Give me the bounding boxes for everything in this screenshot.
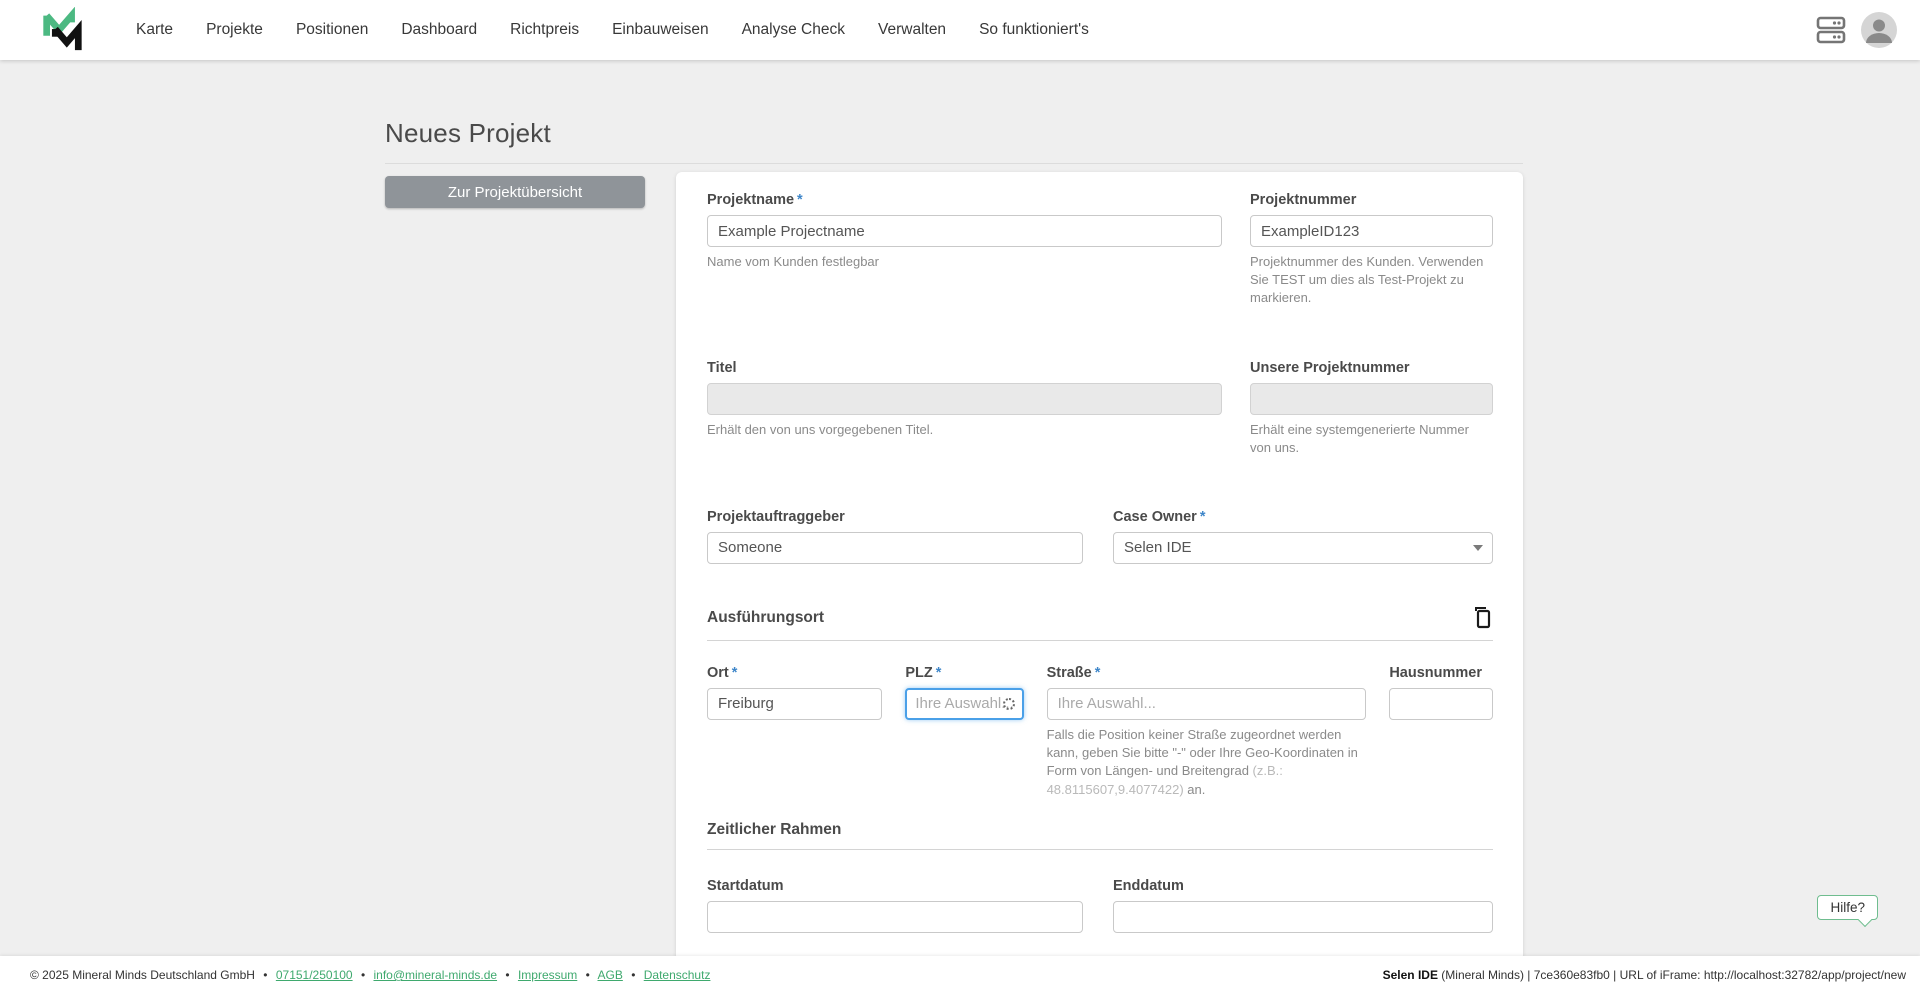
zeitlicher-rahmen-divider [707,848,1493,850]
strasse-helper: Falls die Position keiner Straße zugeord… [1047,726,1367,799]
nav-item-einbauweisen[interactable]: Einbauweisen [612,21,709,39]
loading-spinner-icon [1002,697,1015,710]
case-owner-label: Case Owner * [1113,509,1493,525]
page-title: Neues Projekt [385,118,551,148]
footer-left: © 2025 Mineral Minds Deutschland GmbH • … [30,968,710,982]
required-asterisk: * [731,664,738,681]
logo-icon [43,7,82,51]
nav-item-karte[interactable]: Karte [136,21,173,39]
strasse-label-text: Straße [1046,664,1092,681]
titel-label: Titel [707,359,737,376]
ausfuehrungsort-divider [707,639,1493,641]
case-owner-label-text: Case Owner [1113,508,1197,525]
projektname-helper: Name vom Kunden festlegbar [707,254,879,269]
footer-user-name: Selen IDE [1382,968,1438,982]
unsere-projektnummer-label: Unsere Projektnummer [1250,359,1410,376]
footer-session-details: (Mineral Minds) | 7ce360e83fb0 | URL of … [1437,968,1906,982]
topbar-right-controls [1816,11,1898,49]
copy-location-icon[interactable] [1471,606,1493,630]
projektname-input[interactable] [707,215,1222,247]
required-asterisk: * [1199,508,1206,525]
help-button[interactable]: Hilfe? [1817,895,1878,920]
nav-item-dashboard[interactable]: Dashboard [401,21,477,39]
enddatum-label: Enddatum [1113,877,1184,894]
project-form-card: Projektname* Name vom Kunden festlegbar … [676,172,1523,961]
required-asterisk: * [1094,664,1101,681]
required-asterisk: * [935,664,942,681]
nav-item-verwalten[interactable]: Verwalten [878,21,946,39]
plz-label: PLZ * [905,665,1023,681]
strasse-helper-end: an. [1183,781,1206,797]
strasse-input[interactable] [1046,687,1367,720]
plz-label-text: PLZ [905,664,933,681]
footer-separator: • [631,968,636,982]
mineral-minds-logo[interactable] [38,6,86,54]
chevron-down-icon [1473,544,1483,551]
nav-item-richtpreis[interactable]: Richtpreis [510,21,579,39]
hausnummer-label: Hausnummer [1389,664,1482,681]
projektnummer-input[interactable] [1250,215,1493,247]
footer-bar: © 2025 Mineral Minds Deutschland GmbH • … [0,956,1920,994]
startdatum-label: Startdatum [707,877,784,894]
footer-link-impressum[interactable]: Impressum [518,968,577,982]
footer-session-info: Selen IDE (Mineral Minds) | 7ce360e83fb0… [1383,968,1906,982]
main-scroll-area: Neues Projekt Zur Projektübersicht Proje… [0,60,1920,994]
server-status-icon[interactable] [1816,13,1846,47]
footer-link-phone[interactable]: 07151/250100 [276,968,353,982]
nav-item-projekte[interactable]: Projekte [206,21,263,39]
ausfuehrungsort-section-title: Ausführungsort [707,608,825,626]
footer-separator: • [263,968,268,982]
footer-separator: • [585,968,590,982]
unsere-projektnummer-helper: Erhält eine systemgenerierte Nummer von … [1250,421,1469,455]
user-avatar[interactable] [1860,11,1898,49]
left-action-column: Zur Projektübersicht [385,164,676,208]
startdatum-input[interactable] [707,900,1083,933]
ort-label: Ort * [707,665,882,681]
case-owner-select[interactable] [1113,531,1493,564]
projektname-label: Projektname * [707,192,1222,208]
footer-link-agb[interactable]: AGB [598,968,623,982]
back-to-project-overview-button[interactable]: Zur Projektübersicht [385,176,645,208]
enddatum-input[interactable] [1113,900,1493,933]
ort-label-text: Ort [707,664,729,681]
strasse-helper-main: Falls die Position keiner Straße zugeord… [1046,726,1358,779]
projektauftraggeber-input[interactable] [707,531,1083,564]
projektauftraggeber-label: Projektauftraggeber [707,508,845,525]
strasse-label: Straße * [1047,665,1367,681]
footer-link-datenschutz[interactable]: Datenschutz [644,968,711,982]
titel-input [707,382,1222,415]
ort-input[interactable] [707,687,883,720]
footer-separator: • [505,968,510,982]
main-nav: Karte Projekte Positionen Dashboard Rich… [136,21,1089,39]
required-asterisk: * [797,192,803,208]
projektname-label-text: Projektname [707,192,795,208]
nav-item-positionen[interactable]: Positionen [296,21,368,39]
nav-item-analyse-check[interactable]: Analyse Check [742,21,845,39]
top-navigation-bar: Karte Projekte Positionen Dashboard Rich… [0,0,1920,60]
projektnummer-label: Projektnummer [1250,192,1357,208]
titel-helper: Erhält den von uns vorgegebenen Titel. [707,421,934,437]
zeitlicher-rahmen-section-title: Zeitlicher Rahmen [707,820,842,838]
footer-link-email[interactable]: info@mineral-minds.de [373,968,497,982]
unsere-projektnummer-input [1250,382,1493,415]
hausnummer-input[interactable] [1389,687,1493,720]
case-owner-selected-value[interactable] [1113,531,1493,564]
nav-item-so-funktionierts[interactable]: So funktioniert's [979,21,1089,39]
footer-copyright: © 2025 Mineral Minds Deutschland GmbH [30,968,255,982]
projektnummer-helper: Projektnummer des Kunden. Verwenden Sie … [1250,254,1484,306]
footer-separator: • [360,968,366,982]
